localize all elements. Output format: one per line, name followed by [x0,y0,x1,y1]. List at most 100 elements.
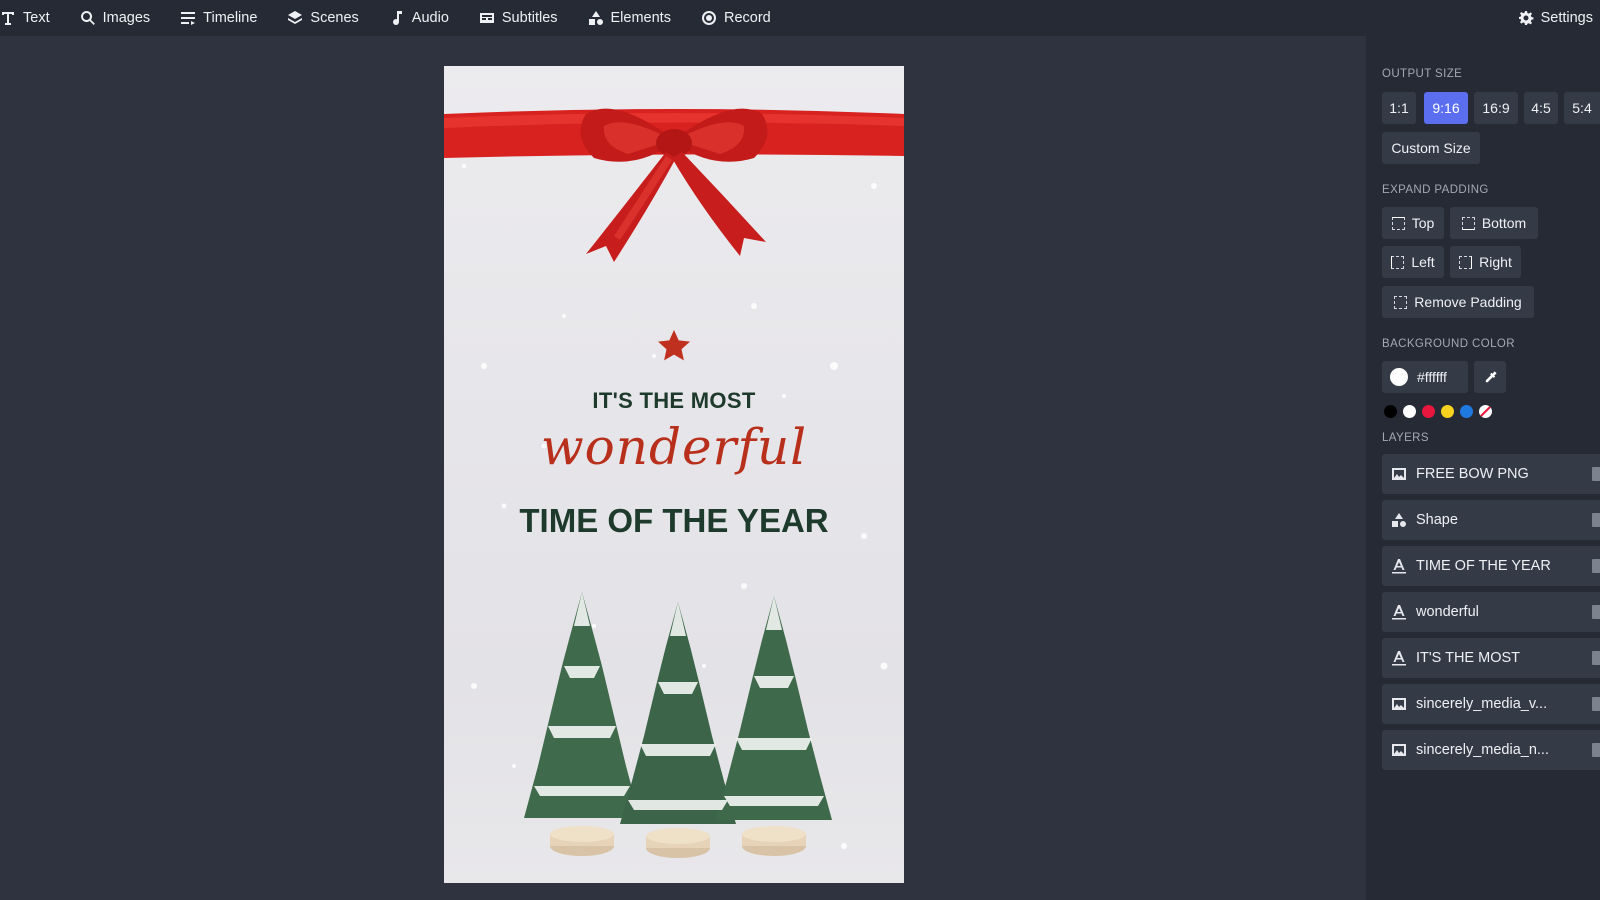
canvas-text-time-of-the-year[interactable]: TIME OF THE YEAR [444,502,904,540]
swatch-yellow[interactable] [1441,405,1454,418]
layer-item[interactable]: FREE BOW PNG [1382,454,1600,494]
trash-icon[interactable] [1592,605,1600,619]
size-1-1-button[interactable]: 1:1 [1382,92,1416,124]
layers-icon [288,11,303,24]
timeline-icon [181,12,196,25]
toolbar-timeline-label: Timeline [203,10,258,26]
remove-padding-icon [1394,295,1408,309]
swatch-black[interactable] [1384,405,1397,418]
text-layer-icon [1392,651,1406,666]
toolbar-subtitles[interactable]: Subtitles [464,0,573,36]
layer-item[interactable]: wonderful [1382,592,1600,632]
pad-top-icon [1391,216,1405,230]
layer-item[interactable]: sincerely_media_v... [1382,684,1600,724]
no-color-icon [1479,405,1492,418]
remove-padding-button[interactable]: Remove Padding [1382,286,1534,318]
top-toolbar: Text Images Timeline Scenes Audio Subtit… [0,0,1600,36]
image-icon [1392,744,1406,756]
layer-label: sincerely_media_v... [1416,696,1548,712]
pad-left-button[interactable]: Left [1382,246,1444,278]
output-size-title: OUTPUT SIZE [1382,68,1463,80]
layer-item[interactable]: TIME OF THE YEAR [1382,546,1600,586]
trash-icon[interactable] [1592,697,1600,711]
design-canvas[interactable]: IT'S THE MOST wonderful TIME OF THE YEAR [444,66,904,883]
properties-panel: OUTPUT SIZE 1:1 9:16 16:9 4:5 5:4 Custom… [1366,36,1600,900]
shapes-icon [588,11,603,25]
layer-label: TIME OF THE YEAR [1416,558,1551,574]
trash-icon[interactable] [1592,513,1600,527]
swatch-transparent[interactable] [1479,405,1492,418]
layer-label: sincerely_media_n... [1416,742,1549,758]
toolbar-audio[interactable]: Audio [374,0,464,36]
eyedropper-button[interactable] [1474,361,1506,393]
search-icon [80,11,95,25]
toolbar-subtitles-label: Subtitles [501,10,558,26]
pad-top-label: Top [1411,215,1435,231]
background-color-value: #ffffff [1417,369,1447,385]
trash-icon[interactable] [1592,467,1600,481]
layers-title: LAYERS [1382,432,1429,444]
current-color-swatch [1390,368,1408,386]
image-icon [1392,468,1406,480]
toolbar-text[interactable]: Text [0,0,65,36]
swatch-blue[interactable] [1460,405,1473,418]
expand-padding-title: EXPAND PADDING [1382,184,1489,196]
background-color-title: BACKGROUND COLOR [1382,338,1515,350]
background-color-field[interactable]: #ffffff [1382,361,1468,393]
pad-top-button[interactable]: Top [1382,207,1444,239]
canvas-text-its-the-most[interactable]: IT'S THE MOST [444,388,904,414]
pad-right-button[interactable]: Right [1450,246,1521,278]
toolbar-timeline[interactable]: Timeline [165,0,272,36]
shapes-icon [1392,513,1406,527]
remove-padding-label: Remove Padding [1414,294,1522,310]
subtitles-icon [479,13,494,23]
canvas-text-wonderful[interactable]: wonderful [444,418,904,476]
toolbar-settings[interactable]: Settings [1503,0,1600,36]
toolbar-images-label: Images [102,10,151,26]
layer-label: FREE BOW PNG [1416,466,1529,482]
layer-label: Shape [1416,512,1458,528]
pad-right-icon [1459,255,1473,269]
toolbar-record-label: Record [723,10,771,26]
size-16-9-button[interactable]: 16:9 [1474,92,1518,124]
toolbar-text-label: Text [23,10,50,26]
size-9-16-button[interactable]: 9:16 [1424,92,1468,124]
layer-item[interactable]: Shape [1382,500,1600,540]
swatch-red[interactable] [1422,405,1435,418]
toolbar-images[interactable]: Images [65,0,166,36]
custom-size-button[interactable]: Custom Size [1382,132,1480,164]
toolbar-record[interactable]: Record [686,0,786,36]
toolbar-scenes[interactable]: Scenes [272,0,373,36]
eyedropper-icon [1485,370,1497,382]
toolbar-scenes-label: Scenes [310,10,359,26]
pad-bottom-icon [1461,216,1475,230]
swatch-white[interactable] [1403,405,1416,418]
pad-left-label: Left [1411,254,1435,270]
text-layer-icon [1392,605,1406,620]
layer-label: IT'S THE MOST [1416,650,1521,666]
record-icon [701,11,716,25]
music-note-icon [392,11,402,26]
pad-left-icon [1391,255,1405,269]
gear-icon [1518,11,1533,25]
text-layer-icon [1392,559,1406,574]
pad-right-label: Right [1479,254,1512,270]
pad-bottom-button[interactable]: Bottom [1450,207,1538,239]
christmas-trees-image [524,592,832,858]
pad-bottom-label: Bottom [1481,215,1527,231]
text-icon [2,12,14,25]
size-5-4-button[interactable]: 5:4 [1564,92,1600,124]
layer-label: wonderful [1416,604,1479,620]
star-shape [658,330,690,361]
layer-item[interactable]: IT'S THE MOST [1382,638,1600,678]
trash-icon[interactable] [1592,651,1600,665]
red-bow-image [444,108,904,262]
trash-icon[interactable] [1592,743,1600,757]
trash-icon[interactable] [1592,559,1600,573]
size-4-5-button[interactable]: 4:5 [1524,92,1558,124]
toolbar-elements-label: Elements [610,10,671,26]
layer-item[interactable]: sincerely_media_n... [1382,730,1600,770]
toolbar-audio-label: Audio [411,10,449,26]
toolbar-elements[interactable]: Elements [573,0,686,36]
toolbar-settings-label: Settings [1540,10,1593,26]
